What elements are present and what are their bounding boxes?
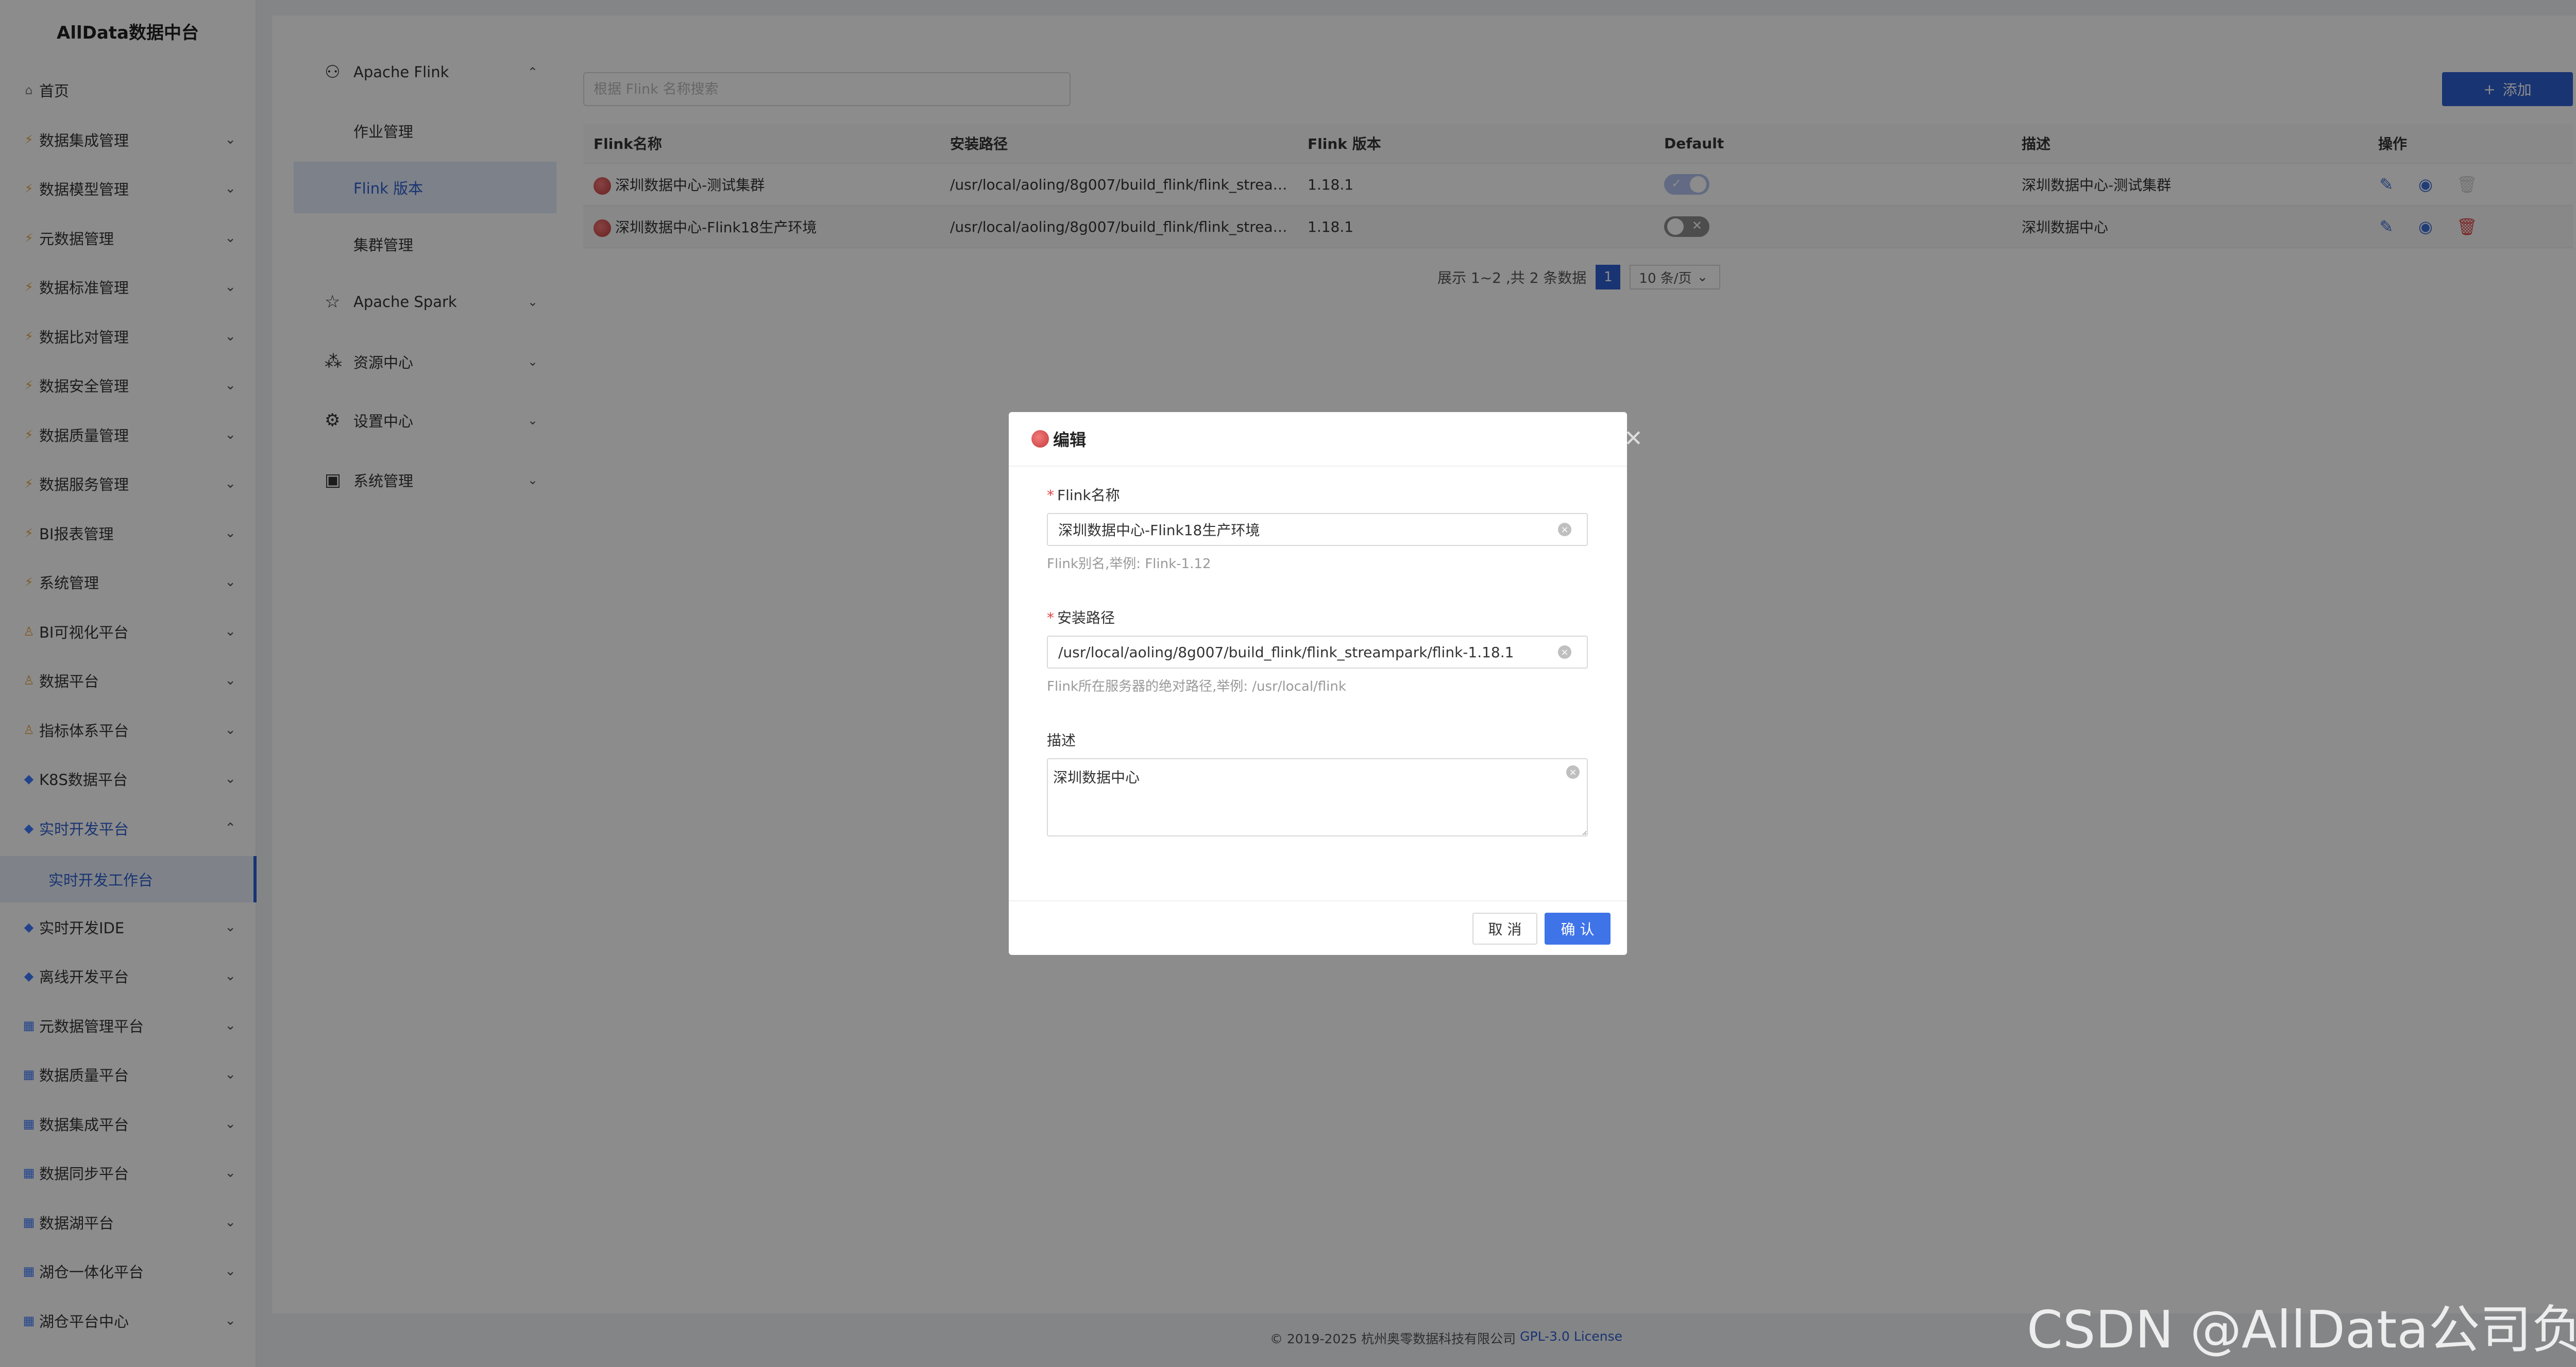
install-path-help: Flink所在服务器的绝对路径,举例: /usr/local/flink xyxy=(1047,679,1346,694)
clear-icon[interactable]: × xyxy=(1558,645,1571,659)
clear-icon[interactable]: × xyxy=(1558,523,1571,536)
edit-modal: 编辑 *Flink名称 × Flink别名,举例: Flink-1.12 *安装… xyxy=(1009,412,1627,955)
required-mark: * xyxy=(1047,487,1054,504)
confirm-button[interactable]: 确 认 xyxy=(1545,913,1611,945)
modal-header: 编辑 xyxy=(1009,412,1627,467)
description-label: 描述 xyxy=(1047,732,1076,749)
install-path-field[interactable] xyxy=(1047,636,1588,669)
description-textarea[interactable]: 深圳数据中心 xyxy=(1047,758,1588,836)
required-mark: * xyxy=(1047,609,1054,626)
flink-logo-icon xyxy=(1031,430,1049,448)
clear-icon[interactable]: × xyxy=(1566,765,1580,779)
flink-name-field[interactable] xyxy=(1047,513,1588,546)
cancel-button[interactable]: 取 消 xyxy=(1472,913,1537,945)
modal-footer-divider xyxy=(1009,900,1627,901)
flink-name-label-text: Flink名称 xyxy=(1057,487,1120,504)
watermark: CSDN @AllData公司负责人 xyxy=(2027,1300,2576,1360)
modal-title: 编辑 xyxy=(1053,430,1087,450)
flink-name-label: * Flink名称 xyxy=(1047,484,1120,505)
flink-name-help: Flink别名,举例: Flink-1.12 xyxy=(1047,556,1211,572)
install-path-label-text: 安装路径 xyxy=(1057,609,1115,626)
install-path-label: * 安装路径 xyxy=(1047,607,1115,627)
